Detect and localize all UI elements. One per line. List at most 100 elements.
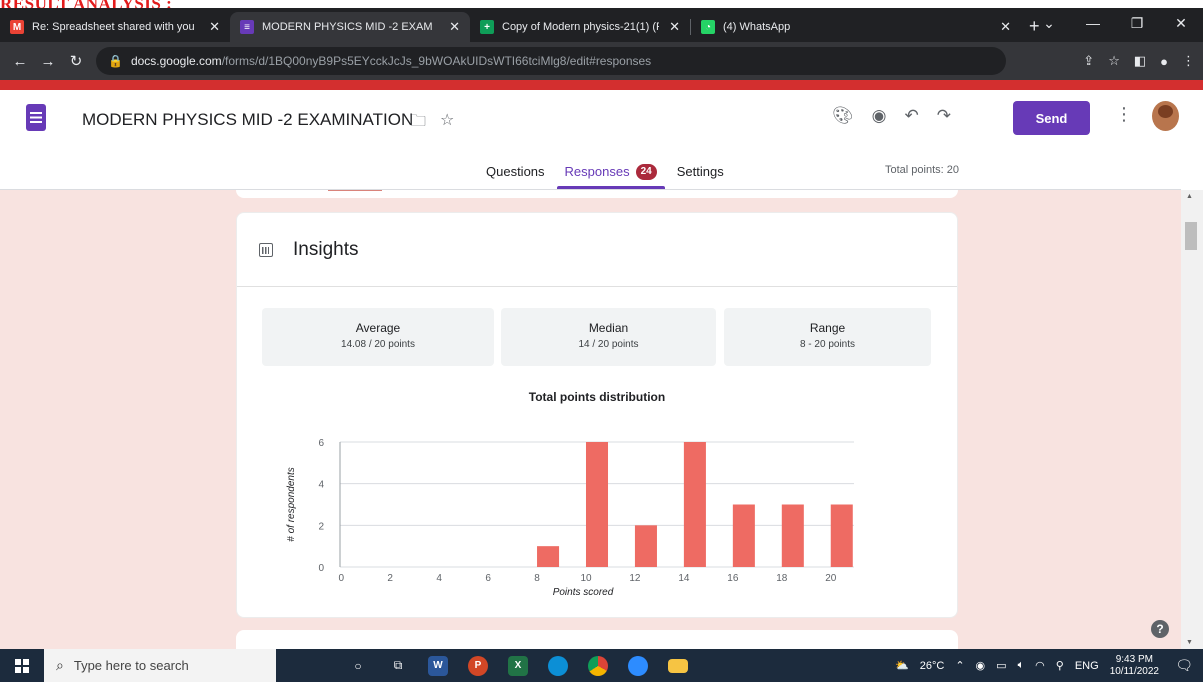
tab-responses[interactable]: Responses 24: [555, 164, 667, 189]
x-tick-label: 4: [436, 573, 442, 584]
reload-button[interactable]: ↻: [62, 52, 90, 70]
record-icon[interactable]: ◉: [976, 659, 986, 672]
form-title[interactable]: MODERN PHYSICS MID -2 EXAMINATION: [82, 110, 413, 130]
x-tick-label: 18: [776, 573, 788, 584]
side-panel-icon[interactable]: ◧: [1134, 53, 1146, 69]
scroll-up-arrow-icon[interactable]: ▲: [1186, 193, 1193, 200]
url-field[interactable]: 🔒 docs.google.com/forms/d/1BQ00nyB9Ps5EY…: [96, 47, 1006, 75]
weather-temperature[interactable]: 26°C: [920, 660, 945, 672]
range-stat: Range 8 - 20 points: [724, 308, 931, 366]
profile-icon[interactable]: ●: [1160, 54, 1168, 69]
y-tick-label: 2: [318, 521, 324, 532]
close-tab-icon[interactable]: ✕: [449, 19, 460, 35]
average-stat: Average 14.08 / 20 points: [262, 308, 494, 366]
more-options-icon[interactable]: ⋮: [1115, 104, 1133, 125]
x-tick-label: 6: [485, 573, 491, 584]
x-tick-label: 16: [727, 573, 739, 584]
tab-settings-label: Settings: [676, 164, 724, 179]
total-points: Total points: 20: [885, 164, 959, 176]
chart-bar: [830, 504, 853, 567]
browser-tab-title: Re: Spreadsheet shared with you: [32, 21, 195, 33]
summary-card-bottom: [236, 190, 958, 198]
browser-tab[interactable]: ≡ MODERN PHYSICS MID -2 EXAM ✕: [230, 12, 470, 42]
language-indicator[interactable]: ENG: [1075, 660, 1099, 672]
chart-bar: [683, 442, 706, 567]
star-icon[interactable]: ☆: [440, 110, 454, 137]
browser-tab-bar: M Re: Spreadsheet shared with you ✕ ≡ MODERN…: [0, 8, 1203, 42]
file-explorer-icon[interactable]: [658, 649, 698, 682]
forms-icon: ≡: [240, 20, 254, 34]
chart-bar: [585, 442, 609, 567]
browser-toolbar-icons: ⇪ ☆ ◧ ● ⋮: [1083, 42, 1195, 80]
cortana-icon[interactable]: ○: [338, 649, 378, 682]
x-tick-label: 20: [825, 573, 837, 584]
tab-search-icon[interactable]: ⌄: [1027, 15, 1071, 32]
minimize-button[interactable]: —: [1071, 15, 1115, 31]
taskbar-apps: ○ ⧉ W P X: [338, 649, 698, 682]
chrome-icon[interactable]: [578, 649, 618, 682]
median-stat: Median 14 / 20 points: [501, 308, 716, 366]
result-analysis-caption: RESULT ANALYSIS :: [0, 0, 172, 8]
browser-tab[interactable]: ◔ (4) WhatsApp ✕: [691, 12, 1021, 42]
gmail-icon: M: [10, 20, 24, 34]
palette-icon[interactable]: 🎨︎: [832, 106, 854, 126]
notifications-icon[interactable]: 🗨︎: [1175, 657, 1193, 674]
chart-bar: [781, 504, 804, 567]
word-icon[interactable]: W: [418, 649, 458, 682]
zoom-icon[interactable]: [618, 649, 658, 682]
restore-button[interactable]: ❐: [1115, 15, 1159, 32]
range-value: 8 - 20 points: [799, 339, 856, 350]
task-view-icon[interactable]: ⧉: [378, 649, 418, 682]
weather-icon[interactable]: ⛅: [895, 659, 909, 672]
undo-icon[interactable]: ↶: [904, 106, 918, 126]
y-axis-label: # of respondents: [286, 467, 297, 542]
insights-header: Insights: [237, 213, 957, 287]
y-tick-label: 4: [318, 480, 324, 491]
close-tab-icon[interactable]: ✕: [669, 19, 680, 35]
sheets-icon: +: [480, 20, 494, 34]
send-button[interactable]: Send: [1013, 101, 1090, 135]
help-icon[interactable]: ?: [1151, 620, 1169, 638]
x-tick-label: 14: [678, 573, 690, 584]
network-icon[interactable]: ⚲: [1056, 659, 1064, 672]
chart-bar: [732, 504, 755, 567]
folder-icon[interactable]: 🗀: [410, 110, 426, 137]
close-tab-icon[interactable]: ✕: [209, 19, 220, 35]
edge-icon[interactable]: [538, 649, 578, 682]
show-hidden-icons-icon[interactable]: ⌃: [955, 659, 964, 672]
chart-title: Total points distribution: [528, 390, 666, 404]
browser-tab-title: Copy of Modern physics-21(1) (R: [502, 21, 660, 33]
clock[interactable]: 9:43 PM 10/11/2022: [1110, 654, 1159, 678]
preview-eye-icon[interactable]: ◉: [872, 106, 887, 126]
bookmark-star-icon[interactable]: ☆: [1108, 53, 1120, 69]
avatar[interactable]: [1152, 101, 1179, 131]
close-tab-icon[interactable]: ✕: [1000, 19, 1011, 35]
redo-icon[interactable]: ↷: [937, 106, 951, 126]
tab-settings[interactable]: Settings: [667, 164, 734, 188]
excel-icon[interactable]: X: [498, 649, 538, 682]
battery-icon[interactable]: ▭: [996, 659, 1006, 672]
chart-bar: [537, 546, 560, 567]
forms-logo-icon[interactable]: [26, 104, 46, 131]
share-icon[interactable]: ⇪: [1083, 53, 1094, 69]
url-path: /forms/d/1BQ00nyB9Ps5EYcckJcJs_9bWOAkUID…: [221, 54, 652, 68]
browser-tab[interactable]: + Copy of Modern physics-21(1) (R ✕: [470, 12, 690, 42]
forward-button[interactable]: →: [34, 53, 62, 70]
back-button[interactable]: ←: [6, 53, 34, 70]
wifi-icon[interactable]: ◠: [1035, 659, 1045, 672]
tab-questions[interactable]: Questions: [476, 164, 555, 188]
page-scrollbar[interactable]: ▲ ▼: [1181, 190, 1203, 649]
scroll-thumb[interactable]: [1185, 222, 1197, 250]
responses-count-badge: 24: [635, 164, 657, 180]
scroll-down-arrow-icon[interactable]: ▼: [1186, 639, 1193, 646]
whatsapp-icon: ◔: [701, 20, 715, 34]
url-host: docs.google.com: [130, 54, 222, 68]
lock-icon: 🔒: [108, 54, 123, 68]
browser-menu-icon[interactable]: ⋮: [1182, 53, 1195, 69]
start-button[interactable]: [0, 649, 44, 682]
volume-icon[interactable]: 🔈︎: [1018, 659, 1025, 672]
browser-tab[interactable]: M Re: Spreadsheet shared with you ✕: [0, 12, 230, 42]
close-window-button[interactable]: ✕: [1159, 15, 1203, 32]
taskbar-search[interactable]: ⌕ Type here to search: [44, 649, 276, 682]
powerpoint-icon[interactable]: P: [458, 649, 498, 682]
